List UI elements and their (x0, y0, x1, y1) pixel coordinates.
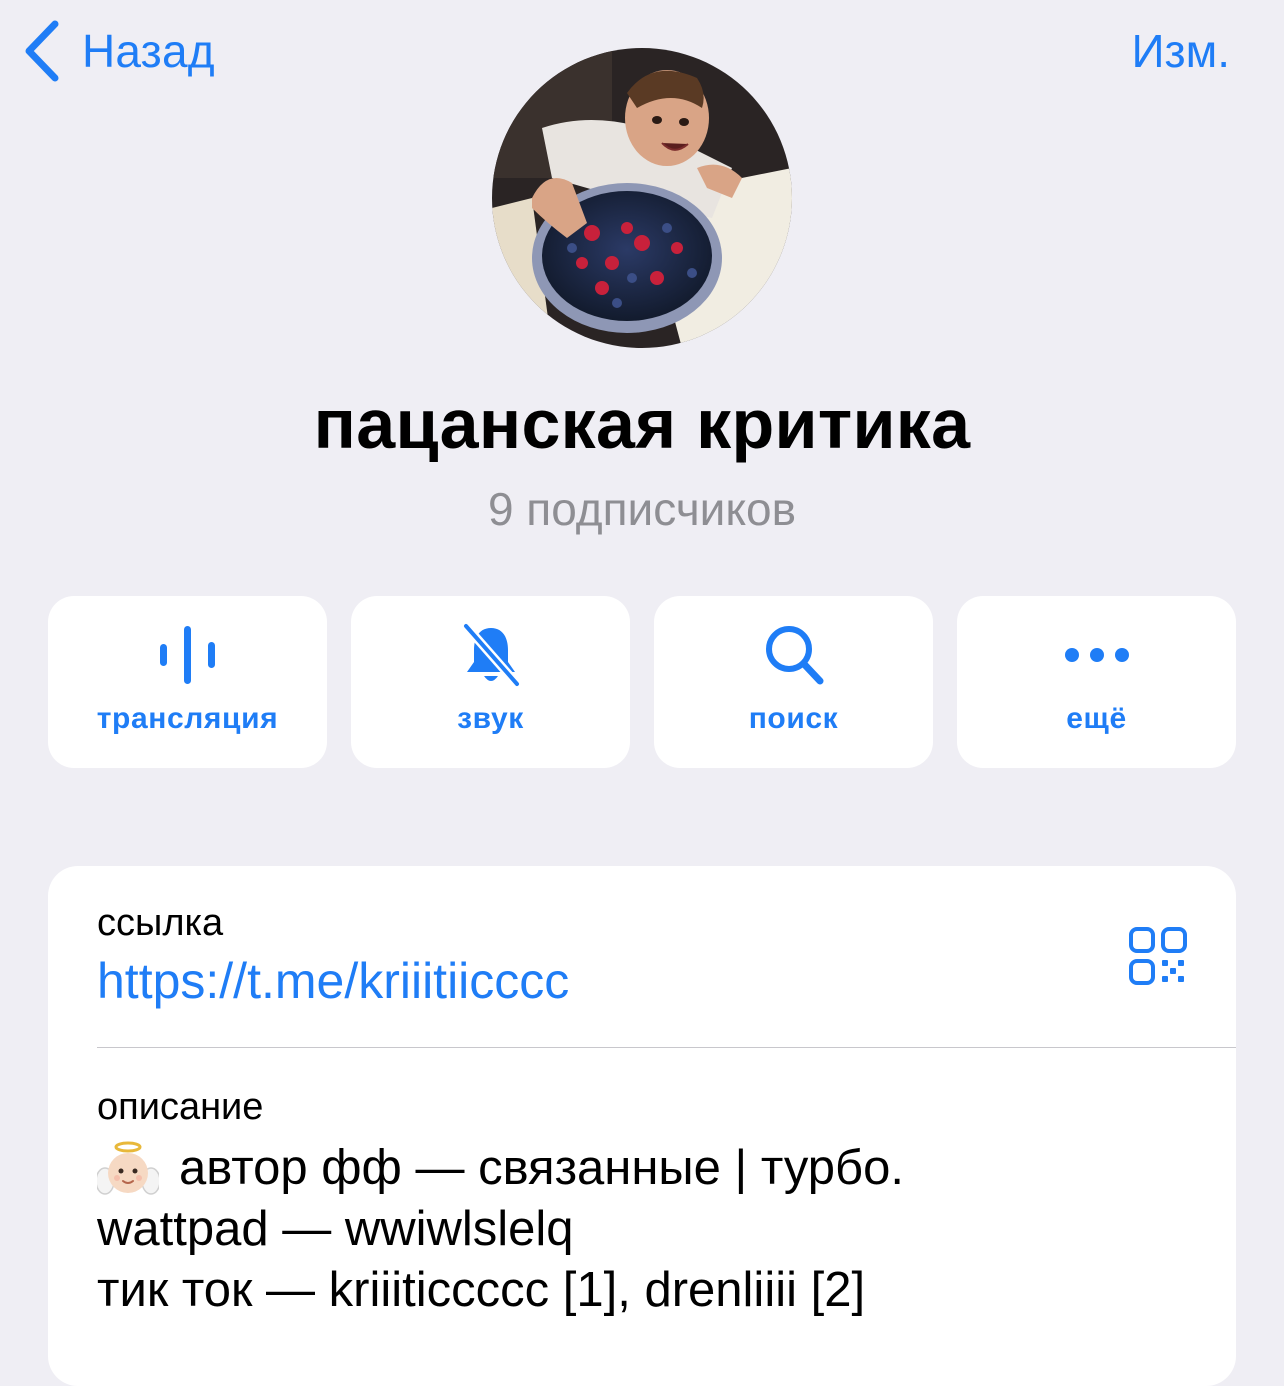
description-text: автор фф — связанные | турбо. wattpad — … (95, 1138, 1197, 1321)
more-button[interactable]: ещё (957, 596, 1236, 768)
search-icon (765, 626, 823, 685)
link-label: ссылка (97, 902, 224, 944)
info-card: ссылка https://t.me/kriiitiicccc описани… (48, 866, 1236, 1386)
subscriber-count: 9 подписчиков (487, 483, 797, 535)
sound-button[interactable]: звук (351, 596, 630, 768)
search-button[interactable]: поиск (654, 596, 933, 768)
description-line-text: автор фф — связанные | турбо. (179, 1141, 904, 1195)
action-bar: трансляция звук поиск ещё (48, 596, 1236, 768)
sound-label: звук (457, 702, 524, 735)
more-icon (1064, 648, 1129, 662)
info-divider (97, 1047, 1236, 1048)
description-line: тик ток — kriiiticcccc [1], drenliiii [2… (97, 1263, 866, 1317)
angel-baby-emoji (95, 1139, 161, 1199)
waveform-icon (159, 626, 215, 684)
chevron-left-icon (25, 20, 59, 82)
channel-link[interactable]: https://t.me/kriiitiicccc (97, 952, 569, 1010)
live-stream-label: трансляция (96, 702, 279, 735)
search-label: поиск (748, 702, 839, 735)
channel-title: пацанская критика (313, 385, 971, 463)
back-label: Назад (82, 25, 215, 77)
description-label: описание (97, 1086, 264, 1128)
qr-code-button[interactable] (1128, 926, 1188, 986)
live-stream-button[interactable]: трансляция (48, 596, 327, 768)
edit-button[interactable]: Изм. (1131, 24, 1230, 78)
qr-code-icon (1129, 927, 1187, 985)
description-line: wattpad — wwiwlslelq (97, 1202, 574, 1256)
description-line: автор фф — связанные | турбо. (95, 1138, 1197, 1199)
bell-slash-icon (461, 622, 521, 688)
channel-avatar[interactable] (492, 48, 792, 348)
back-button[interactable]: Назад (24, 18, 215, 84)
more-label: ещё (1066, 702, 1127, 735)
